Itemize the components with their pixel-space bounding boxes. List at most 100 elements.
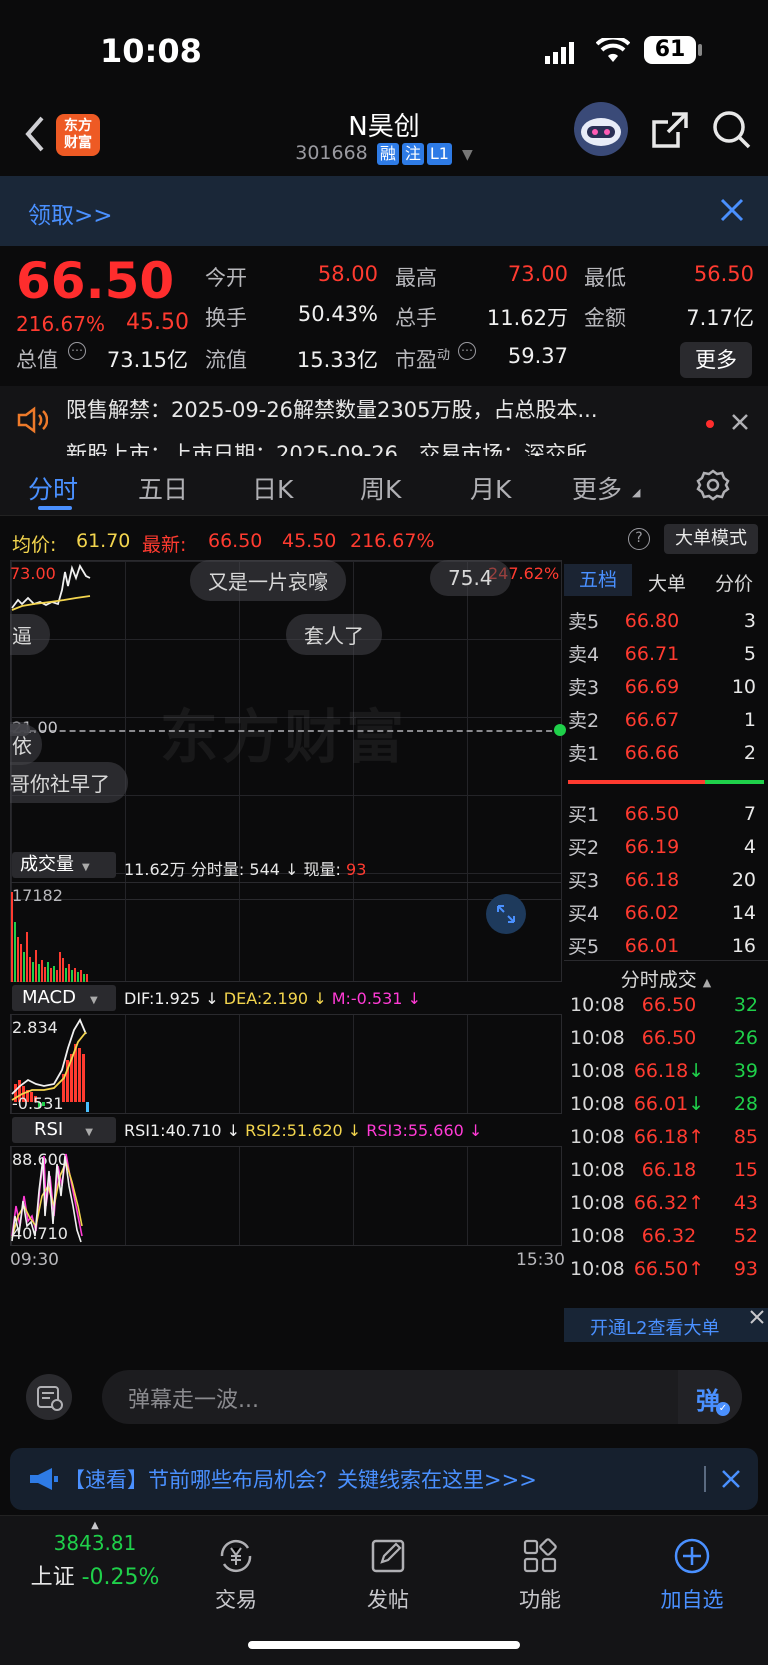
trade-price: 66.50 xyxy=(626,1027,712,1049)
bid-row[interactable]: 买1 66.50 7 xyxy=(564,797,768,830)
danmu-toggle-button[interactable]: 弹 ✓ xyxy=(678,1370,742,1424)
ask-label: 卖5 xyxy=(568,611,600,633)
trade-price: 66.18↓ xyxy=(626,1060,712,1082)
trade-volume: 93 xyxy=(733,1257,758,1280)
share-icon[interactable] xyxy=(650,110,690,154)
trade-row: 10:08 66.50 32 xyxy=(564,988,768,1021)
tab-price-dist[interactable]: 分价 xyxy=(700,569,768,596)
trade-row: 10:08 66.50↑ 93 xyxy=(564,1252,768,1285)
ask-row[interactable]: 卖2 66.67 1 xyxy=(564,703,768,736)
caret-icon: ◢ xyxy=(632,486,641,499)
notice-close-icon[interactable] xyxy=(730,412,750,436)
danmu-bubble[interactable]: 又是一片哀嚎 xyxy=(190,560,346,601)
robot-assistant-icon[interactable] xyxy=(574,102,628,156)
banner-link[interactable]: 领取>> xyxy=(28,196,113,230)
info-icon[interactable]: ⋯ xyxy=(68,342,86,360)
bid-row[interactable]: 买4 66.02 14 xyxy=(564,896,768,929)
promo-strip[interactable]: 【速看】节前哪些布局机会？关键线索在这里>>> xyxy=(10,1448,758,1510)
tab-five-day[interactable]: 五日 xyxy=(138,470,188,506)
intraday-chart[interactable]: 东方财富 73.00 247.62% 21.00 又是一片哀嚎 75.4 逼 套… xyxy=(10,560,566,1340)
search-icon[interactable] xyxy=(712,110,752,154)
latest-pct: 216.67% xyxy=(350,530,435,552)
volume-total: 11.62万 xyxy=(124,860,186,879)
tab-daily-k[interactable]: 日K xyxy=(252,470,293,506)
settings-gear-icon[interactable] xyxy=(696,468,730,506)
promo-banner[interactable]: 领取>> xyxy=(0,176,768,246)
tab-level5[interactable]: 五档 xyxy=(564,564,632,596)
ask-row[interactable]: 卖3 66.69 10 xyxy=(564,670,768,703)
l2-upsell[interactable]: 开通L2查看大单 xyxy=(564,1308,768,1342)
l2-close-icon[interactable] xyxy=(748,1308,766,1330)
market-cap-value: 73.15亿 xyxy=(106,348,188,372)
tab-intraday[interactable]: 分时 xyxy=(28,470,78,506)
nav-post[interactable]: 发帖 xyxy=(328,1536,448,1614)
pe-label-text: 市盈 xyxy=(395,348,437,372)
trade-volume: 85 xyxy=(733,1125,758,1148)
danmu-bubble[interactable]: 75.4 xyxy=(430,560,511,596)
trade-volume: 15 xyxy=(733,1158,758,1181)
bid-row[interactable]: 买5 66.01 16 xyxy=(564,929,768,962)
trade-time: 10:08 xyxy=(570,1026,625,1049)
promo-text: 【速看】节前哪些布局机会？关键线索在这里>>> xyxy=(64,1468,537,1492)
bid-price: 66.18 xyxy=(624,868,680,891)
danmu-bubble[interactable]: 逼 xyxy=(10,614,50,655)
ask-row[interactable]: 卖1 66.66 2 xyxy=(564,736,768,769)
more-button[interactable]: 更多 xyxy=(680,342,752,378)
battery-level: 61 xyxy=(654,37,686,62)
turnover-value: 50.43% xyxy=(297,302,378,326)
ask-row[interactable]: 卖4 66.71 5 xyxy=(564,637,768,670)
price-line xyxy=(11,563,91,611)
low-value: 56.50 xyxy=(693,262,754,286)
ask-label: 卖3 xyxy=(568,677,600,699)
tab-more[interactable]: 更多 xyxy=(572,470,622,506)
ask-volume: 2 xyxy=(743,741,756,764)
help-icon[interactable]: ? xyxy=(628,528,650,550)
volume-stats: 11.62万 分时量: 544 ↓ 现量: 93 xyxy=(124,860,367,879)
danmu-bubble[interactable]: 哥你社早了 xyxy=(10,762,128,803)
caret-down-icon: ▼ xyxy=(89,995,98,1006)
close-icon[interactable] xyxy=(718,196,746,228)
danmu-bubble[interactable]: 套人了 xyxy=(286,614,382,655)
bid-label: 买2 xyxy=(568,837,600,859)
nav-trade[interactable]: 交易 xyxy=(176,1536,296,1614)
tab-monthly-k[interactable]: 月K xyxy=(470,470,511,506)
macd-selector[interactable]: MACD ▼ xyxy=(12,985,116,1011)
bid-row[interactable]: 买2 66.19 4 xyxy=(564,830,768,863)
promo-close-icon[interactable] xyxy=(720,1468,742,1494)
danmu-settings-icon[interactable] xyxy=(26,1374,72,1420)
ask-row[interactable]: 卖5 66.80 3 xyxy=(564,604,768,637)
watermark: 东方财富 xyxy=(160,703,409,771)
bid-row[interactable]: 买3 66.18 20 xyxy=(564,863,768,896)
min-volume-value: 544 xyxy=(249,860,280,879)
yen-exchange-icon xyxy=(216,1536,256,1576)
pe-label: 市盈动 xyxy=(395,344,450,374)
ask-price: 66.80 xyxy=(624,609,680,632)
volume-selector[interactable]: 成交量 ▼ xyxy=(12,852,116,878)
nav-add-watchlist[interactable]: 加自选 xyxy=(632,1536,752,1614)
tab-weekly-k[interactable]: 周K xyxy=(360,470,401,506)
trade-price: 66.32 xyxy=(626,1225,712,1247)
trade-row: 10:08 66.18↑ 85 xyxy=(564,1120,768,1153)
trade-price: 66.18 xyxy=(626,1159,712,1181)
tab-big-orders[interactable]: 大单 xyxy=(634,569,700,596)
trade-time: 10:08 xyxy=(570,1059,625,1082)
big-order-mode-button[interactable]: 大单模式 xyxy=(664,524,758,554)
signal-icon xyxy=(545,42,577,68)
macd-dea: DEA:2.190 xyxy=(223,989,309,1008)
danmu-input[interactable]: 弹幕走一波... 弹 ✓ xyxy=(102,1370,742,1424)
rsi-selector[interactable]: RSI ▼ xyxy=(12,1117,116,1143)
notice-bar[interactable]: 限售解禁：2025-09-26解禁数量2305万股，占总股本... 新股上市：上… xyxy=(0,386,768,456)
trade-volume: 39 xyxy=(733,1059,758,1082)
index-ticker[interactable]: ▲ 3843.81 上证 -0.25% xyxy=(20,1520,170,1591)
home-indicator xyxy=(248,1641,520,1649)
megaphone-icon xyxy=(28,1466,60,1496)
nav-functions[interactable]: 功能 xyxy=(480,1536,600,1614)
unread-dot xyxy=(706,420,714,428)
low-label: 最低 xyxy=(584,266,626,290)
macd-stats: DIF:1.925 ↓ DEA:2.190 ↓ M:-0.531 ↓ xyxy=(124,989,421,1008)
expand-icon[interactable] xyxy=(486,894,526,934)
trade-volume: 32 xyxy=(733,993,758,1016)
danmu-bubble-ref xyxy=(10,724,30,736)
check-badge-icon: ✓ xyxy=(716,1402,730,1416)
trade-time: 10:08 xyxy=(570,1257,625,1280)
